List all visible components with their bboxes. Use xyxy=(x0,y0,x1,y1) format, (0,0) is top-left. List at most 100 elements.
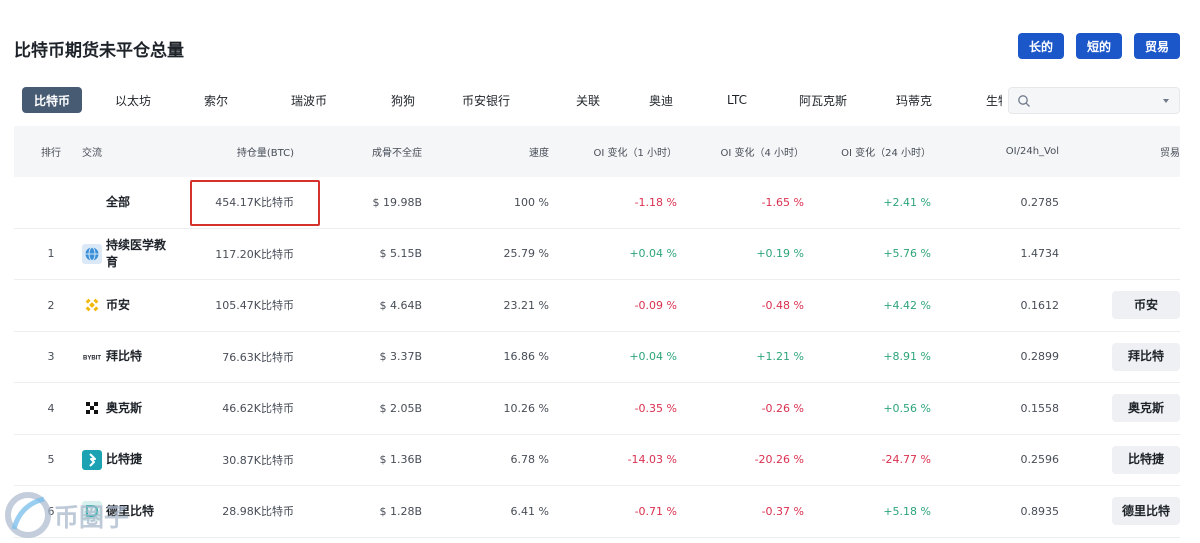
row-trade: 比特捷 xyxy=(1084,435,1180,486)
trade-button[interactable]: 贸易 xyxy=(1134,33,1180,59)
row-oi: 105.47K比特币 xyxy=(215,299,294,313)
row-change-4h: -0.26 % xyxy=(761,401,804,415)
row-change-24h: -24.77 % xyxy=(881,453,931,467)
row-change-4h: -0.48 % xyxy=(761,298,804,312)
tab-avax[interactable]: 阿瓦克斯 xyxy=(792,87,854,113)
tab-eth[interactable]: 以太坊 xyxy=(82,87,184,113)
header-change-24h[interactable]: OI 变化（24 小时） xyxy=(814,126,931,177)
row-change-4h: +0.19 % xyxy=(756,247,804,261)
row-ratio: 0.1612 xyxy=(1020,298,1060,312)
trade-deribit-button[interactable]: 德里比特 xyxy=(1112,497,1180,526)
coin-tabs: 比特币 以太坊 索尔 瑞波币 狗狗 币安银行 关联 奥迪 LTC 阿瓦克斯 玛蒂… xyxy=(22,87,1002,113)
row-ratio: 1.4734 xyxy=(1020,247,1060,261)
row-change-4h: -1.65 % xyxy=(761,195,804,209)
row-rank: 2 xyxy=(47,298,55,312)
bybit-logo-icon: BYBIT xyxy=(82,347,102,367)
row-oi: 30.87K比特币 xyxy=(222,453,294,467)
row-change-1h: -0.09 % xyxy=(634,298,677,312)
header-ratio[interactable]: OI/24h_Vol xyxy=(954,126,1059,177)
coin-search-select[interactable] xyxy=(1008,87,1180,114)
row-volume: $ 4.64B xyxy=(379,298,422,312)
tab-link[interactable]: 关联 xyxy=(536,87,640,113)
tab-sol[interactable]: 索尔 xyxy=(184,87,248,113)
table-row: 3 BYBIT 拜比特 76.63K比特币 $ 3.37B 16.86 % +0… xyxy=(14,332,1180,383)
row-change-1h: -0.71 % xyxy=(634,504,677,518)
trade-okx-button[interactable]: 奥克斯 xyxy=(1112,394,1180,423)
trade-bybit-button[interactable]: 拜比特 xyxy=(1112,342,1180,371)
short-button[interactable]: 短的 xyxy=(1076,33,1122,59)
tab-doge[interactable]: 狗狗 xyxy=(370,87,436,113)
row-oi: 28.98K比特币 xyxy=(222,505,294,519)
row-trade: 拜比特 xyxy=(1084,332,1180,383)
row-rank: 1 xyxy=(47,247,55,261)
row-exchange[interactable]: 奥克斯 xyxy=(82,383,182,434)
tab-bnb[interactable]: 币安银行 xyxy=(436,87,536,113)
table-row: 全部 454.17K比特币 $ 19.98B 100 % -1.18 % -1.… xyxy=(14,177,1180,229)
tab-bio[interactable]: 生物多 xyxy=(974,87,1002,113)
header-oi[interactable]: 持仓量(BTC) xyxy=(182,126,294,177)
table-row: 6 德里比特 28.98K比特币 $ 1.28B 6.41 % -0.71 % … xyxy=(14,486,1180,538)
row-change-24h: +5.76 % xyxy=(883,247,931,261)
tab-matic[interactable]: 玛蒂克 xyxy=(854,87,974,113)
okx-logo-icon xyxy=(82,398,102,418)
exchange-name: 比特捷 xyxy=(106,452,143,467)
long-button[interactable]: 长的 xyxy=(1018,33,1064,59)
row-change-1h: +0.04 % xyxy=(629,247,677,261)
row-rate: 25.79 % xyxy=(503,247,549,261)
header-rate[interactable]: 速度 xyxy=(444,126,549,177)
row-change-1h: -0.35 % xyxy=(634,401,677,415)
oi-page: 比特币期货未平仓总量 长的 短的 贸易 比特币 以太坊 索尔 瑞波币 狗狗 币安… xyxy=(0,0,1200,543)
row-change-24h: +4.42 % xyxy=(883,298,931,312)
trade-bitget-button[interactable]: 比特捷 xyxy=(1112,445,1180,474)
row-ratio: 0.8935 xyxy=(1020,504,1060,518)
row-exchange[interactable]: 币安 xyxy=(82,280,182,331)
row-volume: $ 3.37B xyxy=(379,350,422,364)
row-change-4h: -0.37 % xyxy=(761,504,804,518)
tab-xrp[interactable]: 瑞波币 xyxy=(248,87,370,113)
row-exchange[interactable]: 持续医学教育 xyxy=(82,229,182,280)
row-oi: 76.63K比特币 xyxy=(222,350,294,364)
tab-btc[interactable]: 比特币 xyxy=(22,87,82,113)
row-change-1h: +0.04 % xyxy=(629,350,677,364)
row-ratio: 0.2596 xyxy=(1020,453,1060,467)
table-header: 排行 交流 持仓量(BTC) 成骨不全症 速度 OI 变化（1 小时） OI 变… xyxy=(14,126,1180,177)
row-volume: $ 1.28B xyxy=(379,504,422,518)
row-change-1h: -14.03 % xyxy=(627,453,677,467)
row-rank xyxy=(14,177,88,228)
table-row: 4 奥克斯 46.62K比特币 $ 2.05B 10.26 % -0.35 % … xyxy=(14,383,1180,435)
exchange-name: 全部 xyxy=(106,194,131,209)
header-change-1h[interactable]: OI 变化（1 小时） xyxy=(564,126,677,177)
row-rate: 6.78 % xyxy=(510,453,549,467)
tab-ordi[interactable]: 奥迪 xyxy=(640,87,682,113)
table-row: 5 比特捷 30.87K比特币 $ 1.36B 6.78 % -14.03 % … xyxy=(14,435,1180,486)
row-exchange[interactable]: BYBIT 拜比特 xyxy=(82,332,182,383)
bitget-logo-icon xyxy=(82,449,102,470)
chevron-down-icon xyxy=(1163,99,1169,103)
exchange-name: 拜比特 xyxy=(106,349,143,364)
top-actions: 长的 短的 贸易 xyxy=(1018,33,1180,59)
table-row: 2 币安 105.47K比特币 $ 4.64B 23.21 % -0.09 % … xyxy=(14,280,1180,332)
oi-table: 排行 交流 持仓量(BTC) 成骨不全症 速度 OI 变化（1 小时） OI 变… xyxy=(14,126,1180,538)
tab-ltc[interactable]: LTC xyxy=(682,87,792,113)
highlight-box xyxy=(190,180,320,226)
row-rate: 23.21 % xyxy=(503,298,549,312)
row-change-24h: +0.56 % xyxy=(883,401,931,415)
row-change-4h: -20.26 % xyxy=(754,453,804,467)
watermark-text: 币圈子 xyxy=(54,503,130,532)
header-change-4h[interactable]: OI 变化（4 小时） xyxy=(694,126,804,177)
row-ratio: 0.2785 xyxy=(1020,195,1060,209)
search-icon xyxy=(1018,95,1030,107)
trade-binance-button[interactable]: 币安 xyxy=(1112,291,1180,320)
header-trade: 贸易 xyxy=(1160,148,1180,159)
row-change-24h: +8.91 % xyxy=(883,350,931,364)
row-trade: 币安 xyxy=(1084,280,1180,331)
row-rate: 100 % xyxy=(514,195,549,209)
row-volume: $ 1.36B xyxy=(379,453,422,467)
exchange-name: 币安 xyxy=(106,297,131,312)
header-volume[interactable]: 成骨不全症 xyxy=(314,126,422,177)
row-exchange[interactable]: 比特捷 xyxy=(82,435,182,486)
row-exchange: 全部 xyxy=(82,177,182,228)
row-rate: 6.41 % xyxy=(510,504,549,518)
row-change-4h: +1.21 % xyxy=(756,350,804,364)
row-trade: 奥克斯 xyxy=(1084,383,1180,434)
